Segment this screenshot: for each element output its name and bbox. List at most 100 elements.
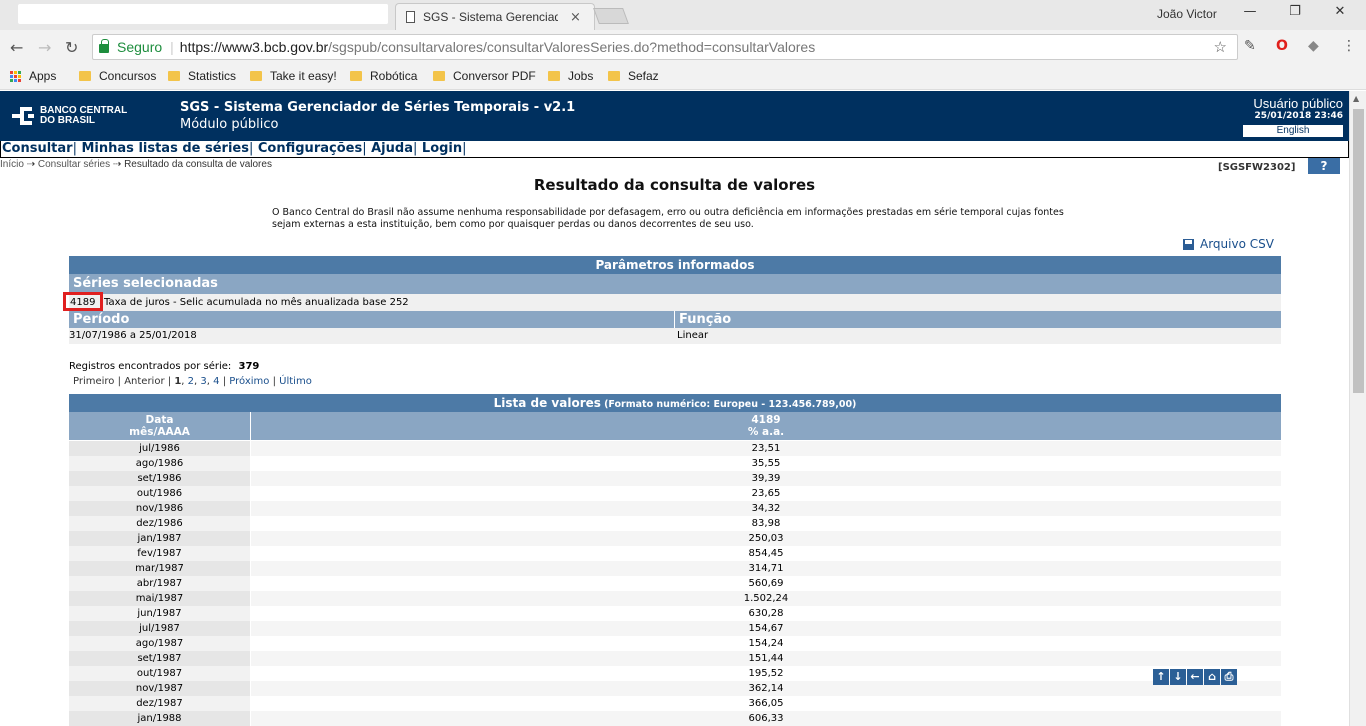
breadcrumb-consultar[interactable]: Consultar séries <box>38 159 110 170</box>
active-tab[interactable]: SGS - Sistema Gerenciad × <box>395 3 595 30</box>
pager-separator: | <box>167 376 172 387</box>
bookmark-concursos[interactable]: Concursos <box>79 69 156 83</box>
folder-icon <box>168 71 180 81</box>
table-row: fev/1987 854,45 <box>69 546 1281 561</box>
menu-minhas-listas[interactable]: Minhas listas de séries <box>82 141 249 156</box>
new-tab-button[interactable] <box>593 8 629 24</box>
close-tab-icon[interactable]: × <box>570 10 581 25</box>
pager-separator: | <box>117 376 121 387</box>
menu-separator: | <box>462 141 467 156</box>
menu-icon[interactable]: ⋮ <box>1342 38 1356 54</box>
row-value: 154,67 <box>251 621 1281 636</box>
table-row: jan/1988 606,33 <box>69 711 1281 726</box>
lock-icon <box>99 39 109 53</box>
folder-icon <box>79 71 91 81</box>
highlight-box <box>63 292 103 311</box>
folder-icon <box>548 71 560 81</box>
records-found: Registros encontrados por série: 379 <box>69 361 259 372</box>
table-row: jul/1986 23,51 <box>69 441 1281 456</box>
back-icon[interactable]: ← <box>1187 669 1203 685</box>
menu-login[interactable]: Login <box>422 141 462 156</box>
bookmark-star-icon[interactable]: ☆ <box>1214 38 1227 56</box>
period-value: 31/07/1986 a 25/01/2018 <box>69 330 197 341</box>
bookmark-robotica[interactable]: Robótica <box>350 69 417 83</box>
menu-consultar[interactable]: Consultar <box>2 141 73 156</box>
series-row: 4189 Taxa de juros - Selic acumulada no … <box>69 294 1281 311</box>
bookmark-take-it-easy[interactable]: Take it easy! <box>250 69 337 83</box>
reload-icon[interactable]: ↻ <box>65 38 78 57</box>
breadcrumb-inicio[interactable]: Início <box>0 159 24 170</box>
divider: | <box>170 39 174 55</box>
minimize-icon[interactable]: — <box>1240 4 1260 19</box>
bookmark-sefaz[interactable]: Sefaz <box>608 69 659 83</box>
row-date: dez/1987 <box>69 696 251 711</box>
row-value: 151,44 <box>251 651 1281 666</box>
row-value: 35,55 <box>251 456 1281 471</box>
scrollbar-thumb[interactable] <box>1353 109 1364 393</box>
logo-line2: DO BRASIL <box>40 115 95 126</box>
scroll-top-icon[interactable]: ↑ <box>1153 669 1169 685</box>
table-row: jan/1987 250,03 <box>69 531 1281 546</box>
pager-next[interactable]: Próximo <box>229 376 269 387</box>
values-table-body: jul/1986 23,51 ago/1986 35,55 set/1986 39,39 o… <box>69 441 1281 726</box>
profile-name[interactable]: João Victor <box>1157 7 1217 21</box>
close-window-icon[interactable]: ✕ <box>1330 4 1350 19</box>
url-field[interactable]: Seguro | https://www3.bcb.gov.br/sgspub/… <box>92 34 1238 60</box>
row-value: 154,24 <box>251 636 1281 651</box>
csv-download-link[interactable]: Arquivo CSV <box>1183 237 1274 251</box>
browser-tab-bar: SGS - Sistema Gerenciad × João Victor — … <box>0 0 1366 30</box>
series-header: Séries selecionadas <box>69 274 1281 294</box>
apps-grid-icon <box>10 70 21 82</box>
home-icon[interactable]: ⌂ <box>1204 669 1220 685</box>
row-value: 630,28 <box>251 606 1281 621</box>
row-value: 23,65 <box>251 486 1281 501</box>
folder-icon <box>433 71 445 81</box>
bookmark-apps[interactable]: Apps <box>10 69 56 83</box>
row-date: jan/1987 <box>69 531 251 546</box>
bookmark-label: Conversor PDF <box>453 69 536 83</box>
scroll-up-icon[interactable]: ▲ <box>1353 94 1359 103</box>
restore-icon[interactable]: ❐ <box>1285 4 1305 19</box>
row-value: 314,71 <box>251 561 1281 576</box>
opera-extension-icon[interactable]: O <box>1276 38 1288 54</box>
extension-icon[interactable]: ◆ <box>1308 38 1319 54</box>
period-function-row: 31/07/1986 a 25/01/2018 Linear <box>69 328 1281 344</box>
menu-ajuda[interactable]: Ajuda <box>371 141 413 156</box>
value-header-line2: % a.a. <box>747 426 785 438</box>
menu-configuracoes[interactable]: Configurações <box>258 141 362 156</box>
bookmark-statistics[interactable]: Statistics <box>168 69 236 83</box>
english-link[interactable]: English <box>1243 125 1343 137</box>
bookmark-conversor-pdf[interactable]: Conversor PDF <box>433 69 536 83</box>
row-date: set/1987 <box>69 651 251 666</box>
table-row: jun/1987 630,28 <box>69 606 1281 621</box>
period-header: Período <box>69 311 675 328</box>
params-title: Parâmetros informados <box>69 256 1281 274</box>
forward-icon[interactable]: → <box>38 38 51 57</box>
bcb-logo[interactable]: BANCO CENTRAL DO BRASIL <box>12 105 127 127</box>
values-format: (Formato numérico: Europeu - 123.456.789… <box>604 399 857 410</box>
bookmark-jobs[interactable]: Jobs <box>548 69 593 83</box>
bookmark-label: Concursos <box>99 69 157 83</box>
pager-last[interactable]: Último <box>279 376 312 387</box>
blank-tab[interactable] <box>212 4 388 24</box>
bcb-logo-icon <box>12 105 36 127</box>
csv-label: Arquivo CSV <box>1200 237 1274 251</box>
pager-page-4[interactable]: 4 <box>213 376 219 387</box>
site-header: BANCO CENTRAL DO BRASIL SGS - Sistema Ge… <box>0 91 1349 141</box>
pagination: Primeiro | Anterior | 1, 2, 3, 4 | Próxi… <box>73 376 312 387</box>
row-date: out/1986 <box>69 486 251 501</box>
row-date: nov/1987 <box>69 681 251 696</box>
help-button[interactable]: ? <box>1308 158 1340 174</box>
table-row: jul/1987 154,67 <box>69 621 1281 636</box>
folder-icon <box>350 71 362 81</box>
eyedropper-extension-icon[interactable]: ✎ <box>1244 38 1256 54</box>
date-header-line2: mês/AAAA <box>129 426 190 438</box>
scroll-bottom-icon[interactable]: ↓ <box>1170 669 1186 685</box>
back-icon[interactable]: ← <box>10 38 23 57</box>
row-value: 606,33 <box>251 711 1281 726</box>
table-row: nov/1987 362,14 <box>69 681 1281 696</box>
print-icon[interactable]: ⎙ <box>1221 669 1237 685</box>
table-row: nov/1986 34,32 <box>69 501 1281 516</box>
row-value: 39,39 <box>251 471 1281 486</box>
page-scrollbar[interactable]: ▲ <box>1349 91 1366 726</box>
